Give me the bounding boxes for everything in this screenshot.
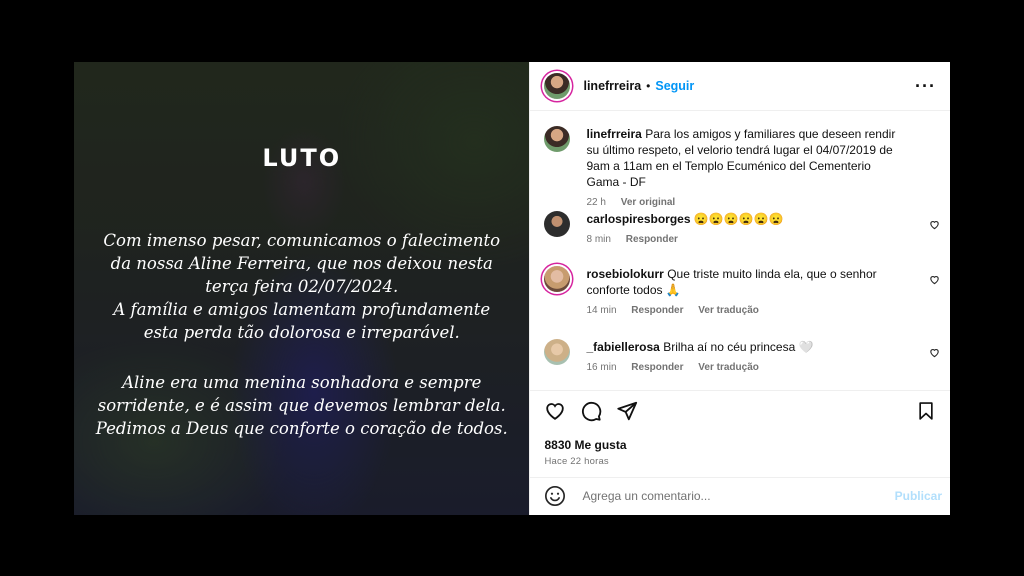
- image-line: A família e amigos lamentam profundament…: [113, 300, 491, 319]
- reply-button[interactable]: Responder: [626, 234, 678, 245]
- comment-text: 😦😦😦😦😦😦: [693, 212, 784, 226]
- caption: linefrreira Para los amigos y familiares…: [544, 126, 940, 211]
- separator-dot: •: [646, 79, 651, 93]
- image-line: sorridente, e é assim que devemos lembra…: [97, 396, 506, 415]
- author-username[interactable]: linefrreira: [583, 79, 641, 93]
- share-icon[interactable]: [616, 400, 638, 422]
- translate-button[interactable]: Ver tradução: [698, 362, 759, 373]
- image-heading: LUTO: [262, 144, 342, 172]
- caption-body: linefrreira Para los amigos y familiares…: [586, 126, 906, 211]
- like-comment-icon[interactable]: [929, 272, 940, 290]
- author-avatar[interactable]: [544, 73, 571, 99]
- post-actions: [544, 399, 936, 423]
- list-item: carlospiresborges 😦😦😦😦😦😦 8 min Responder: [544, 211, 940, 248]
- image-line: Pedimos a Deus que conforte o coração de…: [95, 419, 508, 438]
- reply-button[interactable]: Responder: [631, 362, 683, 373]
- translate-button[interactable]: Ver tradução: [698, 305, 759, 316]
- comment-username[interactable]: carlospiresborges: [586, 212, 690, 226]
- image-line: terça feira 02/07/2024.: [205, 277, 399, 296]
- post-time: Hace 22 horas: [544, 456, 609, 467]
- reply-button[interactable]: Responder: [631, 305, 683, 316]
- emoji-icon[interactable]: [544, 485, 566, 507]
- follow-button[interactable]: Seguir: [655, 79, 694, 93]
- image-line: Aline era uma menina sonhadora e sempre: [122, 373, 482, 392]
- commenter-avatar[interactable]: [544, 266, 571, 292]
- comment-body: carlospiresborges 😦😦😦😦😦😦 8 min Responder: [586, 211, 906, 248]
- divider: [530, 477, 950, 478]
- comments-list[interactable]: linefrreira Para los amigos y familiares…: [530, 111, 950, 391]
- likes-count[interactable]: 8830 Me gusta: [544, 438, 626, 452]
- comment-body: _fabiellerosa Brilha aí no céu princesa …: [586, 339, 906, 376]
- comment-time: 8 min: [586, 234, 611, 245]
- divider: [530, 390, 950, 391]
- like-comment-icon[interactable]: [929, 217, 940, 235]
- comment-meta: 14 min Responder Ver tradução: [586, 303, 906, 319]
- post-image[interactable]: LUTO Com imenso pesar, comunicamos o fal…: [74, 62, 530, 515]
- list-item: rosebiolokurr Que triste muito linda ela…: [544, 266, 940, 319]
- heart-icon[interactable]: [544, 400, 566, 422]
- add-comment-row: Publicar: [544, 484, 942, 508]
- commenter-avatar[interactable]: [544, 211, 571, 237]
- more-icon[interactable]: ···: [915, 76, 936, 97]
- comment-time: 16 min: [586, 362, 617, 373]
- caption-avatar[interactable]: [544, 126, 571, 152]
- comment-icon[interactable]: [580, 400, 602, 422]
- list-item: _fabiellerosa Brilha aí no céu princesa …: [544, 339, 940, 376]
- caption-time: 22 h: [586, 197, 606, 208]
- like-comment-icon[interactable]: [929, 345, 940, 363]
- comment-meta: 8 min Responder: [586, 232, 906, 248]
- caption-username[interactable]: linefrreira: [586, 127, 641, 141]
- caption-meta: 22 h Ver original: [586, 195, 906, 211]
- bookmark-icon[interactable]: [916, 400, 936, 422]
- image-paragraph-2: Aline era uma menina sonhadora e sempre …: [74, 371, 529, 440]
- image-line: esta perda tão dolorosa e irreparável.: [143, 323, 460, 342]
- post-header: linefrreira • Seguir ···: [530, 62, 950, 111]
- comment-meta: 16 min Responder Ver tradução: [586, 360, 906, 376]
- comment-body: rosebiolokurr Que triste muito linda ela…: [586, 266, 906, 319]
- publish-button[interactable]: Publicar: [895, 489, 942, 503]
- commenter-avatar[interactable]: [544, 339, 571, 365]
- see-original-button[interactable]: Ver original: [621, 197, 675, 208]
- comment-time: 14 min: [586, 305, 617, 316]
- comment-input[interactable]: [580, 488, 885, 504]
- image-paragraph-1: Com imenso pesar, comunicamos o falecime…: [74, 229, 529, 344]
- image-line: Com imenso pesar, comunicamos o falecime…: [103, 231, 501, 250]
- image-line: da nossa Aline Ferreira, que nos deixou …: [110, 254, 493, 273]
- comment-text: Brilha aí no céu princesa 🤍: [663, 340, 814, 354]
- post-side-panel: linefrreira • Seguir ··· linefrreira Par…: [529, 62, 950, 515]
- post-modal: LUTO Com imenso pesar, comunicamos o fal…: [74, 62, 950, 515]
- comment-username[interactable]: rosebiolokurr: [586, 267, 663, 281]
- comment-username[interactable]: _fabiellerosa: [586, 340, 659, 354]
